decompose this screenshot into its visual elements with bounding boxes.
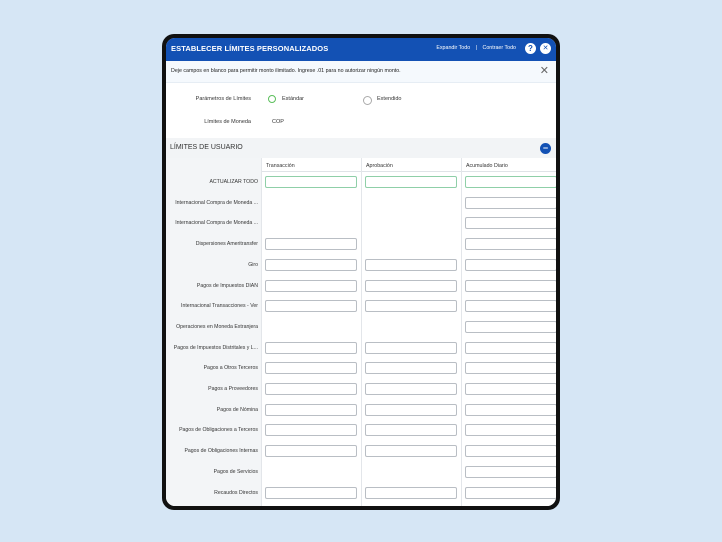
modal-header: ESTABLECER LÍMITES PERSONALIZADOS Expand… (166, 38, 556, 61)
transaction-limit-input[interactable] (265, 424, 357, 437)
row-label: Pagos a Proveedores (208, 386, 258, 392)
approval-limit-input[interactable] (365, 445, 457, 458)
transaction-limit-input[interactable] (265, 238, 357, 251)
approval-limit-input[interactable] (365, 279, 457, 292)
approval-limit-input[interactable] (365, 176, 457, 188)
section-title: LÍMITES DE USUARIO (170, 144, 243, 151)
row-label: Pagos de Nómina (216, 406, 258, 413)
help-icon[interactable]: ? (525, 43, 536, 54)
radio-extended-label[interactable]: Extendido (377, 96, 401, 102)
close-icon[interactable]: ✕ (540, 43, 551, 54)
header-actions: Expandir Todo | Contraer Todo (436, 45, 516, 51)
radio-standard-label[interactable]: Estándar (282, 96, 304, 102)
approval-limit-input[interactable] (365, 486, 457, 499)
approval-limit-input[interactable] (365, 258, 457, 271)
row-label: Pagos de Impuestos Distritales y L... (173, 344, 258, 351)
daily-cumulative-input[interactable] (465, 300, 556, 313)
notice-text: Deje campos en blanco para permitir mont… (171, 68, 401, 74)
collapse-all-link[interactable]: Contraer Todo (483, 45, 516, 51)
row-label: Pagos de Impuestos DIAN (196, 282, 258, 289)
limit-params-label: Parámetros de Límites (195, 96, 251, 102)
row-label: Pagos de Servicios (213, 468, 258, 475)
daily-cumulative-input[interactable] (465, 258, 556, 271)
info-notice: Deje campos en blanco para permitir mont… (166, 61, 556, 83)
daily-cumulative-input[interactable] (465, 238, 556, 251)
row-label: Giro (248, 261, 258, 268)
modal-title: ESTABLECER LÍMITES PERSONALIZADOS (171, 44, 329, 53)
daily-cumulative-input[interactable] (465, 217, 556, 230)
approval-limit-input[interactable] (365, 300, 457, 313)
daily-cumulative-input[interactable] (465, 486, 556, 499)
transaction-limit-input[interactable] (265, 403, 357, 416)
daily-cumulative-input[interactable] (465, 196, 556, 209)
header-separator: | (475, 45, 478, 51)
row-label: ACTUALIZAR TODO (209, 179, 258, 185)
currency-value: COP (272, 119, 284, 125)
daily-cumulative-input[interactable] (465, 176, 556, 188)
row-label: Pagos de Obligaciones a Terceros (179, 427, 258, 434)
row-label: Pagos a Otros Terceros (203, 365, 258, 372)
collapse-section-icon[interactable]: − (540, 143, 551, 154)
transaction-limit-input[interactable] (265, 383, 357, 395)
daily-cumulative-input[interactable] (465, 362, 556, 375)
device-frame: ESTABLECER LÍMITES PERSONALIZADOS Expand… (162, 34, 560, 510)
transaction-limit-input[interactable] (265, 445, 357, 458)
currency-limits-label: Límites de Moneda (204, 119, 251, 125)
column-header-approval: Aprobación (362, 158, 461, 172)
radio-standard[interactable] (268, 95, 276, 103)
row-label: Recaudos Directos (214, 489, 258, 496)
daily-cumulative-input[interactable] (465, 424, 556, 437)
approval-limit-input[interactable] (365, 383, 457, 395)
approval-limit-input[interactable] (365, 403, 457, 416)
row-label: Dispersiones Ameritransfer (195, 241, 258, 248)
transaction-limit-input[interactable] (265, 300, 357, 313)
expand-all-link[interactable]: Expandir Todo (436, 45, 470, 51)
transaction-limit-input[interactable] (265, 258, 357, 271)
approval-limit-input[interactable] (365, 424, 457, 437)
daily-cumulative-input[interactable] (465, 383, 556, 395)
row-label: Internacional Transacciones - Ver (181, 303, 258, 310)
approval-limit-input[interactable] (365, 341, 457, 354)
transaction-limit-input[interactable] (265, 176, 357, 188)
row-label: Operaciones en Moneda Extranjera (176, 323, 258, 330)
column-header-transaction: Transacción (262, 158, 361, 172)
daily-cumulative-input[interactable] (465, 320, 556, 333)
column-header-daily-cumulative: Acumulado Diario (462, 158, 556, 172)
transaction-limit-input[interactable] (265, 486, 357, 499)
notice-close-icon[interactable]: ✕ (540, 64, 549, 77)
limits-table: Transacción Aprobación Acumulado Diario … (166, 158, 556, 506)
radio-extended[interactable] (363, 96, 372, 105)
daily-cumulative-input[interactable] (465, 341, 556, 354)
row-label: Internacional Compra de Moneda ... (175, 220, 258, 227)
transaction-limit-input[interactable] (265, 341, 357, 354)
approval-limit-input[interactable] (365, 362, 457, 375)
row-label: Pagos de Obligaciones Internas (184, 448, 258, 455)
daily-cumulative-input[interactable] (465, 465, 556, 478)
row-label: Internacional Compra de Moneda ... (175, 199, 258, 206)
transaction-limit-input[interactable] (265, 362, 357, 375)
limit-parameters: Parámetros de Límites Estándar Extendido… (166, 83, 556, 137)
transaction-limit-input[interactable] (265, 279, 357, 292)
daily-cumulative-input[interactable] (465, 445, 556, 458)
daily-cumulative-input[interactable] (465, 279, 556, 292)
daily-cumulative-input[interactable] (465, 403, 556, 416)
user-limits-section-header[interactable]: LÍMITES DE USUARIO − (166, 138, 556, 158)
modal-screen: ESTABLECER LÍMITES PERSONALIZADOS Expand… (166, 38, 556, 506)
